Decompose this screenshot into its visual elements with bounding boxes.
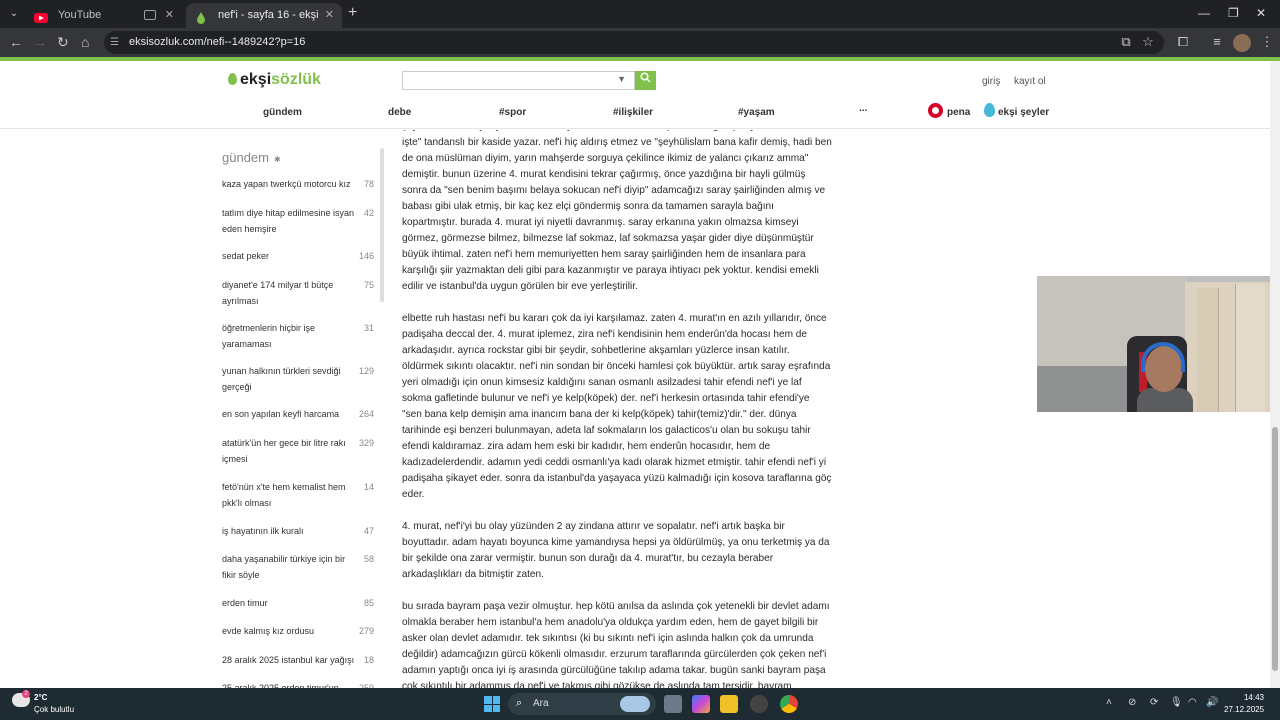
entry-paragraph: elbette ruh hastası nef'i bu kararı çok … bbox=[402, 313, 832, 500]
temperature[interactable]: 2°C bbox=[34, 693, 47, 702]
chevron-up-icon[interactable]: ˄ bbox=[1106, 697, 1112, 708]
network-off-icon[interactable]: ⊘ bbox=[1128, 697, 1136, 708]
taskbar-search-label: Ara bbox=[533, 698, 549, 709]
cam-bed bbox=[1037, 366, 1129, 412]
entry-content: şeyhülislam olan yahya efendi de olaya m… bbox=[402, 130, 832, 688]
forward-icon[interactable]: → bbox=[33, 34, 47, 50]
eksi-drop-icon bbox=[194, 9, 208, 24]
nav-pena[interactable]: pena bbox=[947, 107, 970, 118]
webcam-overlay bbox=[1037, 276, 1280, 412]
home-icon[interactable]: ⌂ bbox=[81, 34, 89, 50]
weather-description[interactable]: Çok bulutlu bbox=[34, 705, 74, 714]
search-icon: ⌕ bbox=[516, 697, 523, 709]
wifi-icon[interactable]: ◠ bbox=[1188, 697, 1197, 708]
cam-door bbox=[1235, 284, 1265, 412]
url-text: eksisozluk.com/nefi--1489242?p=16 bbox=[129, 36, 306, 48]
obs-icon[interactable] bbox=[750, 695, 768, 713]
tab-eksi[interactable]: nef'i - sayfa 16 - ekşi sözlük ✕ bbox=[186, 3, 342, 46]
extensions-icon[interactable]: ⧠ bbox=[1176, 35, 1190, 49]
site-header: ekşisözlük ▼ giriş kayıt ol gündem debe … bbox=[0, 61, 1270, 129]
microphone-icon[interactable]: 🎙 bbox=[1170, 697, 1183, 708]
search-input[interactable]: ▼ bbox=[402, 71, 635, 90]
nav-spor[interactable]: #spor bbox=[499, 107, 526, 118]
task-view-icon[interactable] bbox=[664, 695, 682, 713]
bookmark-icon[interactable]: ☆ bbox=[1141, 35, 1155, 49]
register-link[interactable]: kayıt ol bbox=[1014, 76, 1046, 87]
eksi-seyler-icon[interactable] bbox=[984, 103, 995, 117]
sync-icon[interactable]: ⟳ bbox=[1150, 697, 1158, 708]
entry-paragraph: 4. murat, nef'i'yi bu olay yüzünden 2 ay… bbox=[402, 521, 830, 580]
windows-start-icon[interactable] bbox=[484, 696, 500, 712]
reload-icon[interactable]: ↻ bbox=[57, 34, 69, 51]
nav-debe[interactable]: debe bbox=[388, 107, 411, 118]
pena-icon[interactable] bbox=[928, 103, 943, 118]
clock[interactable]: 14:43 27.12.2025 bbox=[1224, 692, 1264, 716]
search-button[interactable] bbox=[635, 71, 656, 90]
nav-eksi-seyler[interactable]: ekşi şeyler bbox=[998, 107, 1049, 118]
tab-youtube[interactable]: YouTube ✕ bbox=[26, 3, 182, 28]
cam-door bbox=[1197, 288, 1219, 412]
restore-icon[interactable]: ❐ bbox=[1228, 6, 1239, 20]
search-highlight-icon bbox=[620, 696, 650, 712]
address-bar: ← → ↻ ⌂ ☰ eksisozluk.com/nefi--1489242?p… bbox=[0, 28, 1280, 57]
back-icon[interactable]: ← bbox=[9, 34, 23, 50]
chrome-icon[interactable] bbox=[780, 695, 798, 713]
menu-icon[interactable]: ⋮ bbox=[1260, 35, 1274, 49]
nav-iliskiler[interactable]: #ilişkiler bbox=[613, 107, 653, 118]
clock-time: 14:43 bbox=[1243, 693, 1264, 702]
nav-yasam[interactable]: #yaşam bbox=[738, 107, 775, 118]
copilot-icon[interactable] bbox=[692, 695, 710, 713]
page-scrollbar[interactable] bbox=[1270, 61, 1280, 688]
clock-date: 27.12.2025 bbox=[1224, 705, 1265, 714]
youtube-icon bbox=[34, 9, 48, 23]
file-explorer-icon[interactable] bbox=[720, 695, 738, 713]
close-tab-icon[interactable]: ✕ bbox=[165, 3, 174, 28]
browser-tabbar: ⌄ YouTube ✕ nef'i - sayfa 16 - ekşi sözl… bbox=[0, 0, 1280, 46]
entry-paragraph: bu sırada bayram paşa vezir olmuştur. he… bbox=[402, 601, 830, 688]
cast-icon[interactable] bbox=[144, 10, 156, 20]
chevron-down-icon[interactable]: ▼ bbox=[617, 74, 626, 84]
profile-avatar[interactable] bbox=[1233, 34, 1251, 52]
close-tab-icon[interactable]: ✕ bbox=[325, 3, 334, 28]
site-logo[interactable]: ekşisözlük bbox=[228, 71, 321, 89]
weather-badge: 2 bbox=[22, 690, 30, 698]
nav-gundem[interactable]: gündem bbox=[263, 107, 302, 118]
taskbar-search[interactable]: ⌕ Ara bbox=[508, 693, 656, 715]
search-icon bbox=[640, 72, 651, 83]
logo-suffix: sözlük bbox=[271, 71, 321, 88]
login-link[interactable]: giriş bbox=[982, 76, 1000, 87]
taskbar: 2 2°C Çok bulutlu ⌕ Ara ˄ ⊘ ⟳ 🎙 ◠ 🔊 14:4… bbox=[0, 688, 1280, 720]
page-scrollbar-thumb[interactable] bbox=[1272, 427, 1278, 671]
close-window-icon[interactable]: ✕ bbox=[1256, 6, 1266, 20]
media-icon[interactable]: ≡ bbox=[1210, 35, 1224, 49]
url-field[interactable]: ☰ eksisozluk.com/nefi--1489242?p=16 bbox=[104, 31, 1164, 54]
entry-paragraph: şeyhülislam olan yahya efendi de olaya m… bbox=[402, 130, 832, 292]
new-tab-icon[interactable]: + bbox=[348, 4, 357, 22]
logo-prefix: ekşi bbox=[240, 71, 272, 88]
tab-search-icon[interactable]: ⌄ bbox=[6, 6, 22, 22]
volume-icon[interactable]: 🔊 bbox=[1206, 697, 1218, 708]
nav-more[interactable]: ... bbox=[859, 103, 867, 114]
install-icon[interactable]: ⧉ bbox=[1119, 35, 1133, 49]
tab-title: YouTube bbox=[58, 9, 102, 21]
minimize-icon[interactable]: — bbox=[1198, 6, 1210, 20]
site-info-icon[interactable]: ☰ bbox=[110, 37, 122, 48]
logo-drop-icon bbox=[228, 73, 237, 85]
